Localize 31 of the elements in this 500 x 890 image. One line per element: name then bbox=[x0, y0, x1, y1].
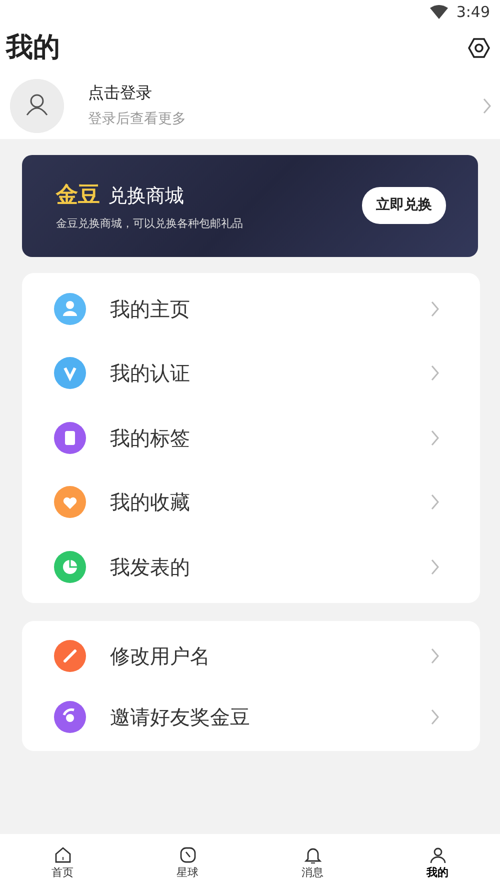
page-title: 我的 bbox=[6, 31, 60, 65]
home-icon bbox=[52, 844, 72, 865]
nav-tab[interactable]: 首页 bbox=[28, 840, 98, 884]
chevron-icon bbox=[430, 708, 440, 724]
banner-highlight: 金豆 bbox=[56, 182, 100, 210]
exchange-button[interactable]: 立即兑换 bbox=[362, 187, 446, 224]
settings-icon[interactable] bbox=[468, 37, 490, 60]
compass-icon bbox=[178, 844, 198, 865]
status-time: 3:49 bbox=[456, 2, 490, 23]
wifi-icon bbox=[430, 5, 448, 19]
login-title[interactable]: 点击登录 bbox=[88, 81, 482, 105]
menu-item[interactable]: 我的收藏 bbox=[110, 487, 430, 518]
chevron-icon bbox=[430, 494, 440, 510]
banner-description: 金豆兑换商城，可以兑换各种包邮礼品 bbox=[56, 216, 243, 232]
menu-item[interactable]: 我的认证 bbox=[110, 358, 430, 388]
chevron-icon bbox=[430, 365, 440, 382]
nav-tab[interactable]: 星球 bbox=[152, 840, 222, 884]
login-subtitle: 登录后查看更多 bbox=[88, 110, 187, 129]
chevron-icon bbox=[430, 558, 440, 575]
menu-item[interactable]: 我的主页 bbox=[110, 294, 430, 324]
menu-item[interactable]: 修改用户名 bbox=[110, 640, 430, 670]
chevron-icon bbox=[430, 300, 440, 317]
chevron-icon bbox=[482, 98, 492, 114]
menu-item[interactable]: 我发表的 bbox=[110, 552, 430, 582]
nav-tab[interactable]: 我的 bbox=[402, 840, 472, 884]
menu-item[interactable]: 我的标签 bbox=[110, 422, 430, 453]
menu-item[interactable]: 邀请好友奖金豆 bbox=[110, 702, 430, 732]
chevron-icon bbox=[430, 430, 440, 446]
chevron-icon bbox=[430, 648, 440, 664]
nav-tab[interactable]: 消息 bbox=[278, 840, 348, 884]
banner-title: 兑换商城 bbox=[108, 184, 184, 209]
